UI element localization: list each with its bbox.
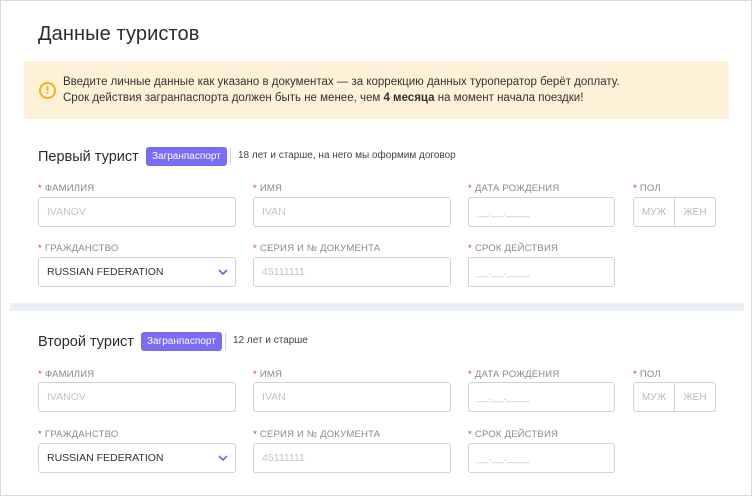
expiry-label: * СРОК ДЕЙСТВИЯ (468, 243, 558, 254)
label-text: ИМЯ (259, 183, 283, 194)
required-mark: * (468, 243, 472, 254)
first-name-input[interactable]: IVAN (253, 197, 451, 227)
tourist-note: 12 лет и старше (233, 335, 308, 346)
required-mark: * (38, 183, 42, 194)
expiry-label: * СРОК ДЕЙСТВИЯ (468, 429, 558, 440)
label-text: ДАТА РОЖДЕНИЯ (474, 369, 560, 380)
selected-value: RUSSIAN FEDERATION (47, 266, 164, 278)
birth-date-input[interactable]: __.__.____ (468, 197, 615, 227)
notice-text: на момент начала поездки! (434, 92, 584, 104)
birth-date-label: * ДАТА РОЖДЕНИЯ (468, 183, 559, 194)
first-name-label: * ИМЯ (253, 369, 282, 380)
notice-text: Срок действия загранпаспорта должен быть… (63, 92, 384, 104)
gender-female-option[interactable]: ЖЕН (675, 198, 715, 226)
notice-line-1: Введите личные данные как указано в доку… (63, 76, 620, 88)
doc-type-badge[interactable]: Загранпаспорт (141, 332, 222, 351)
placeholder: __.__.____ (477, 391, 530, 403)
expiry-input[interactable]: __.__.____ (468, 257, 615, 287)
gender-toggle: МУЖ ЖЕН (633, 197, 716, 227)
required-mark: * (38, 369, 42, 380)
first-name-label: * ИМЯ (253, 183, 282, 194)
tourists-form: Данные туристов ! Введите личные данные … (0, 0, 752, 496)
divider (230, 148, 231, 165)
placeholder: IVANOV (47, 391, 86, 403)
tourist-title: Первый турист (38, 149, 139, 165)
placeholder: IVANOV (47, 206, 86, 218)
placeholder: __.__.____ (477, 452, 530, 464)
chevron-down-icon (218, 269, 228, 276)
label-text: ДАТА РОЖДЕНИЯ (474, 183, 560, 194)
placeholder: IVAN (262, 206, 286, 218)
last-name-input[interactable]: IVANOV (38, 382, 236, 412)
required-mark: * (253, 429, 257, 440)
label-text: ГРАЖДАНСТВО (44, 243, 119, 254)
citizenship-label: * ГРАЖДАНСТВО (38, 429, 118, 440)
label-text: СЕРИЯ И № ДОКУМЕНТА (259, 243, 381, 254)
placeholder: __.__.____ (477, 206, 530, 218)
gender-toggle: МУЖ ЖЕН (633, 382, 716, 412)
placeholder: 45111111 (262, 452, 305, 464)
required-mark: * (38, 243, 42, 254)
citizenship-select[interactable]: RUSSIAN FEDERATION (38, 257, 236, 287)
expiry-input[interactable]: __.__.____ (468, 443, 615, 473)
required-mark: * (253, 369, 257, 380)
doc-number-input[interactable]: 45111111 (253, 443, 451, 473)
gender-label: * ПОЛ (633, 183, 661, 194)
divider (225, 333, 226, 350)
last-name-label: * ФАМИЛИЯ (38, 183, 94, 194)
label-text: ФАМИЛИЯ (44, 183, 95, 194)
required-mark: * (468, 183, 472, 194)
label-text: СРОК ДЕЙСТВИЯ (474, 429, 559, 440)
citizenship-select[interactable]: RUSSIAN FEDERATION (38, 443, 236, 473)
notice-emphasis: 4 месяца (383, 92, 435, 104)
last-name-input[interactable]: IVANOV (38, 197, 236, 227)
gender-female-option[interactable]: ЖЕН (675, 383, 715, 411)
first-name-input[interactable]: IVAN (253, 382, 451, 412)
page-title: Данные туристов (38, 23, 200, 45)
birth-date-label: * ДАТА РОЖДЕНИЯ (468, 369, 559, 380)
gender-label: * ПОЛ (633, 369, 661, 380)
required-mark: * (468, 429, 472, 440)
birth-date-input[interactable]: __.__.____ (468, 382, 615, 412)
label-text: ПОЛ (639, 369, 661, 380)
notice-banner: ! Введите личные данные как указано в до… (24, 61, 729, 119)
required-mark: * (633, 183, 637, 194)
label-text: ГРАЖДАНСТВО (44, 429, 119, 440)
doc-number-label: * СЕРИЯ И № ДОКУМЕНТА (253, 243, 380, 254)
required-mark: * (253, 243, 257, 254)
placeholder: __.__.____ (477, 266, 530, 278)
label-text: СЕРИЯ И № ДОКУМЕНТА (259, 429, 381, 440)
info-icon: ! (39, 82, 56, 99)
doc-number-label: * СЕРИЯ И № ДОКУМЕНТА (253, 429, 380, 440)
required-mark: * (38, 429, 42, 440)
section-divider (10, 303, 744, 311)
doc-type-badge[interactable]: Загранпаспорт (146, 147, 227, 166)
required-mark: * (253, 183, 257, 194)
gender-male-option[interactable]: МУЖ (634, 198, 675, 226)
last-name-label: * ФАМИЛИЯ (38, 369, 94, 380)
required-mark: * (468, 369, 472, 380)
chevron-down-icon (218, 455, 228, 462)
label-text: ФАМИЛИЯ (44, 369, 95, 380)
tourist-title: Второй турист (38, 334, 134, 350)
placeholder: 45111111 (262, 266, 305, 278)
tourist-note: 18 лет и старше, на него мы оформим дого… (238, 150, 456, 161)
gender-male-option[interactable]: МУЖ (634, 383, 675, 411)
required-mark: * (633, 369, 637, 380)
selected-value: RUSSIAN FEDERATION (47, 452, 164, 464)
citizenship-label: * ГРАЖДАНСТВО (38, 243, 118, 254)
placeholder: IVAN (262, 391, 286, 403)
doc-number-input[interactable]: 45111111 (253, 257, 451, 287)
label-text: ПОЛ (639, 183, 661, 194)
label-text: ИМЯ (259, 369, 283, 380)
notice-line-2: Срок действия загранпаспорта должен быть… (63, 92, 583, 104)
label-text: СРОК ДЕЙСТВИЯ (474, 243, 559, 254)
